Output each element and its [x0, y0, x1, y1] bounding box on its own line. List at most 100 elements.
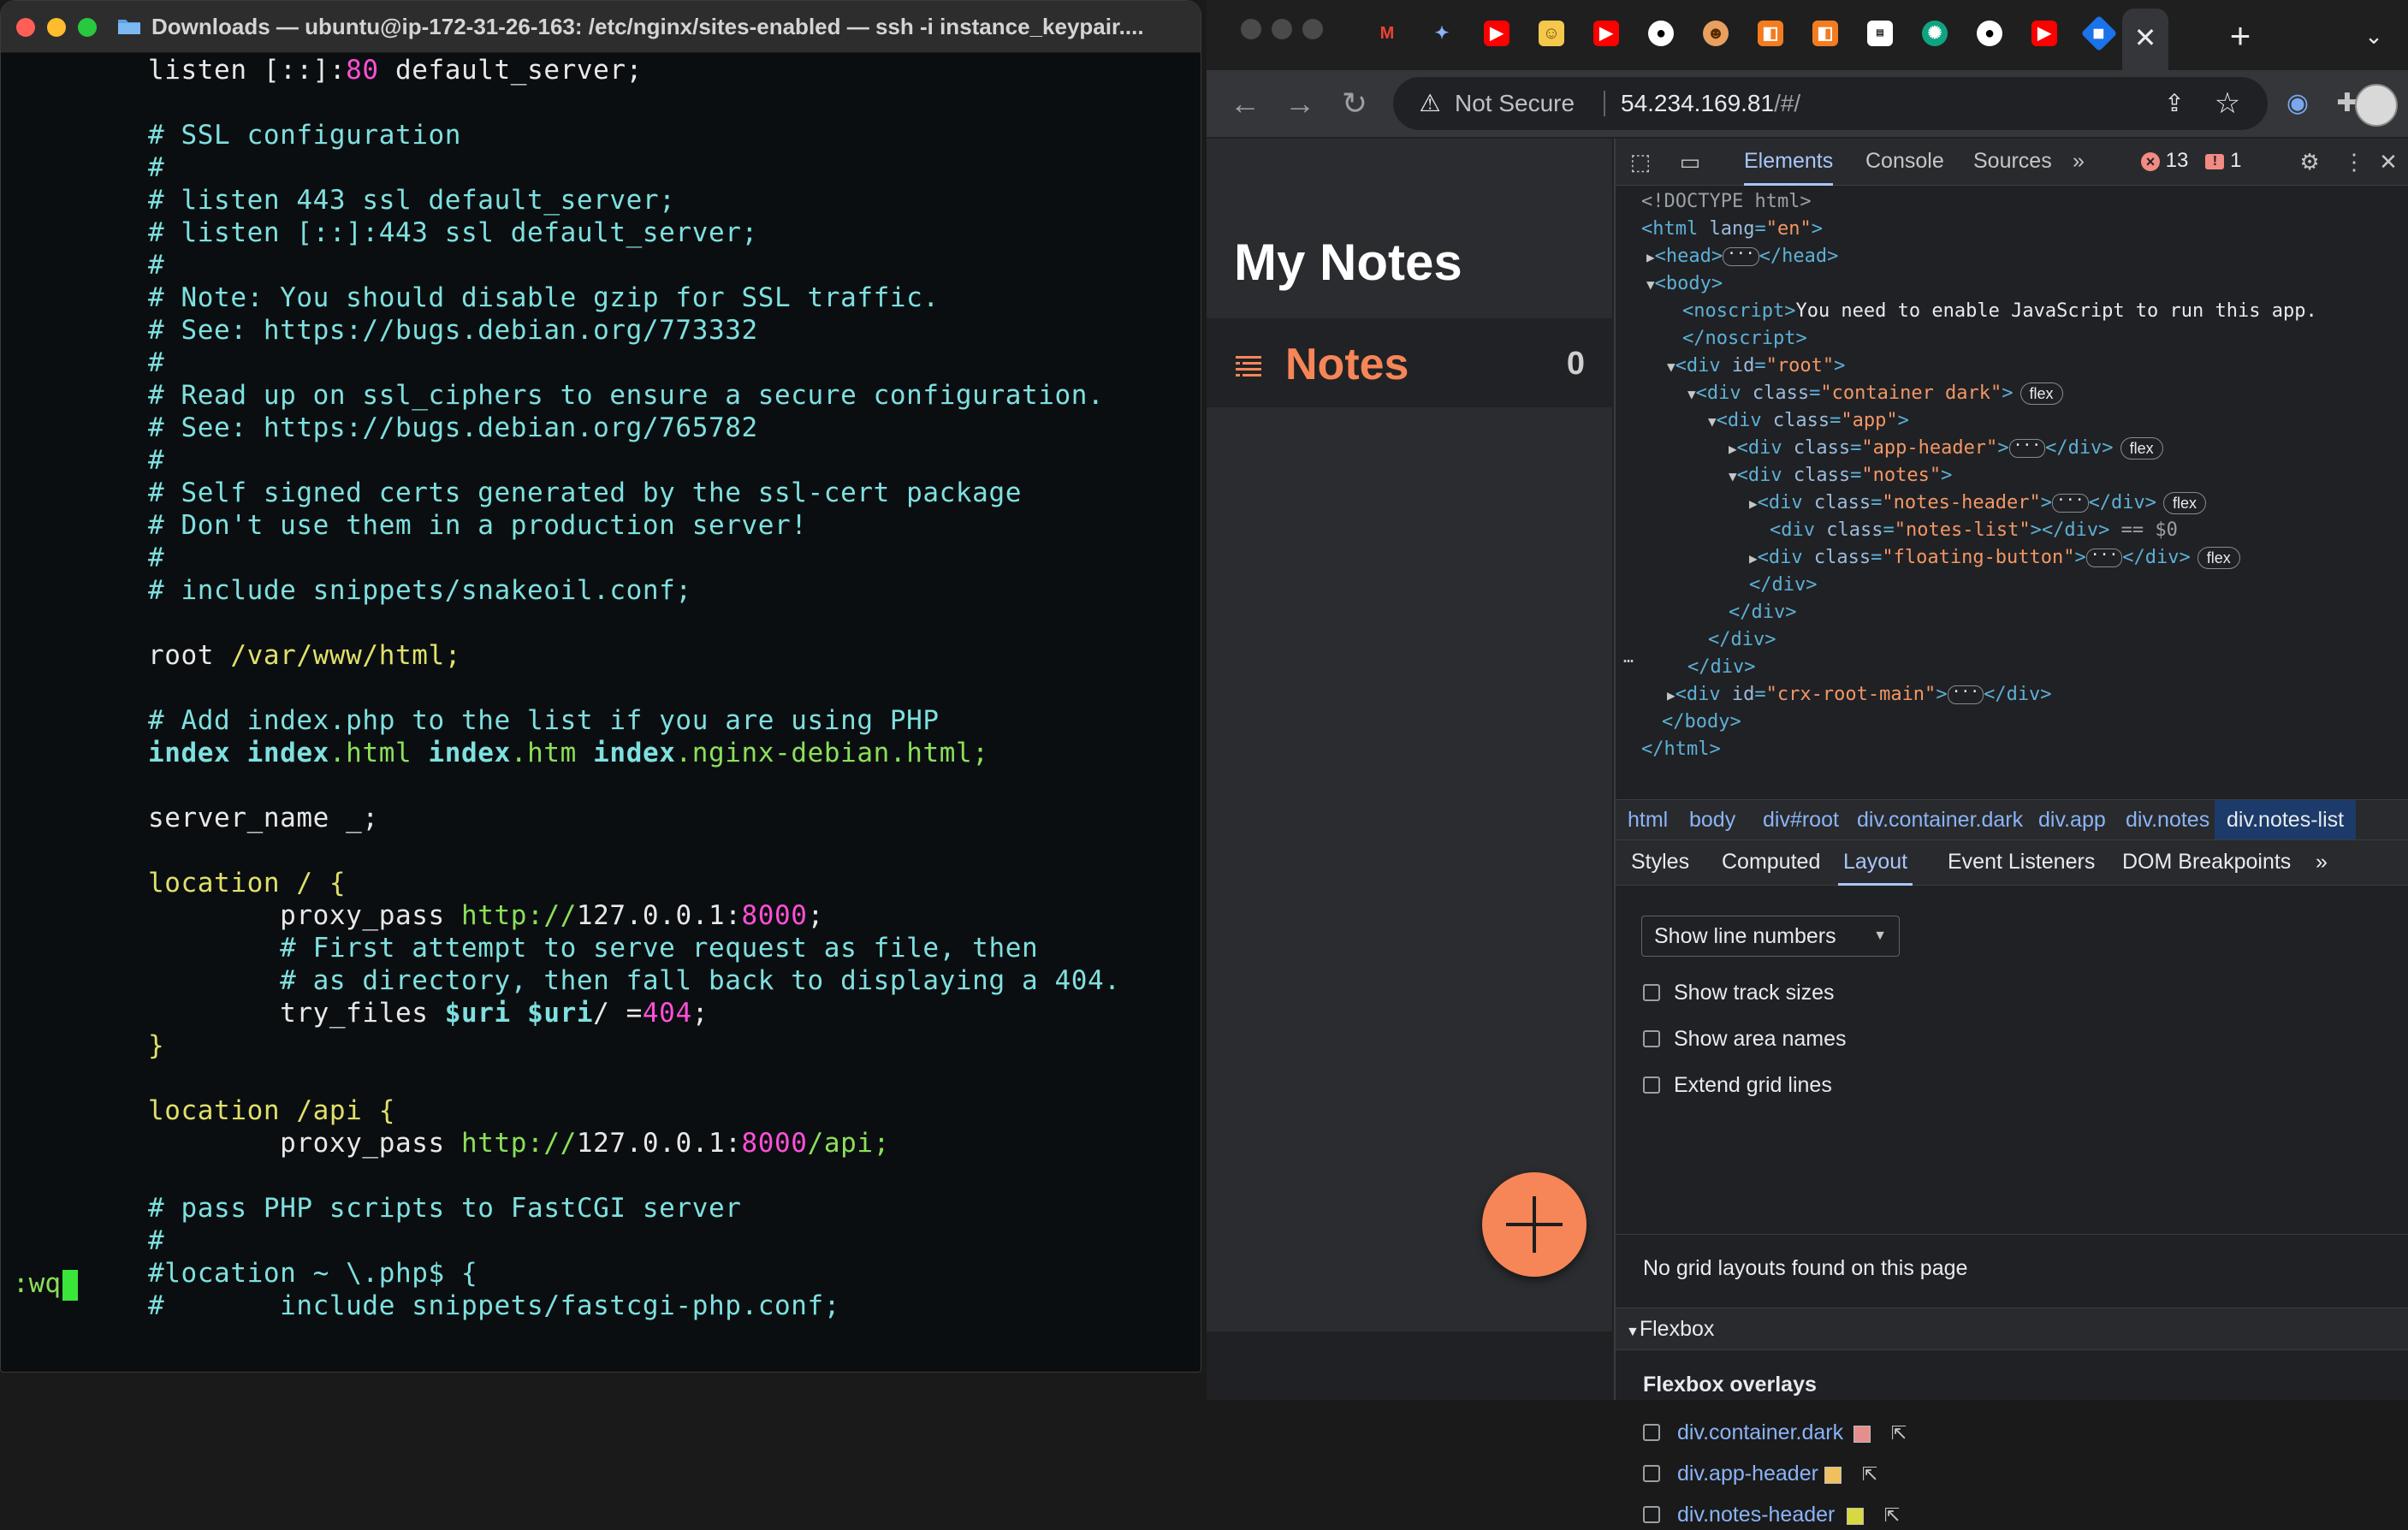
tab-elements[interactable]: Elements [1744, 139, 1834, 186]
error-counter[interactable]: × 13 ! 1 [2141, 139, 2241, 183]
tab-favicon-icon[interactable]: ▤ [1867, 21, 1893, 46]
share-icon[interactable]: ⇪ [2160, 89, 2189, 118]
terminal-titlebar[interactable]: Downloads — ubuntu@ip-172-31-26-163: /et… [1, 1, 1201, 53]
browser-window[interactable]: M ✦ ▶ ☺ ▶ ● ☻ ◧ ◧ ▤ ✺ ● ▶ ◆ ✕ + ⌄ ← → ↻ … [1207, 0, 2408, 1527]
youtube-icon[interactable]: ▶ [1484, 21, 1509, 46]
checkbox[interactable] [1643, 1424, 1660, 1441]
overlay-label[interactable]: div.app-header [1677, 1458, 1818, 1489]
dom-node[interactable]: ▼<div class="app"> [1708, 407, 1909, 435]
flex-badge[interactable]: flex [2197, 547, 2240, 569]
grid-overlay-select[interactable]: Show line numbers ▼ [1641, 916, 1900, 957]
tab-dom-breakpoints[interactable]: DOM Breakpoints [2122, 840, 2291, 883]
forward-button[interactable]: → [1280, 84, 1320, 123]
gear-icon[interactable]: ⚙ [2295, 147, 2324, 176]
breadcrumb-item[interactable]: div.app [2038, 800, 2106, 839]
more-options-icon[interactable]: … [1616, 643, 1641, 669]
close-icon[interactable]: ✕ [2374, 147, 2403, 176]
more-tabs-icon[interactable]: » [2316, 840, 2328, 883]
dom-node[interactable]: </div> [1687, 654, 1755, 681]
dom-node[interactable]: ▼<div class="notes"> [1729, 462, 1952, 489]
dom-node[interactable]: ▶<div class="floating-button"> ··· </div> f… [1749, 544, 2240, 572]
inspect-element-icon[interactable]: ⬚ [1626, 147, 1655, 176]
dom-node[interactable]: ▼<div id="root"> [1667, 353, 1845, 380]
reveal-element-icon[interactable]: ⇱ [1881, 1504, 1903, 1527]
url-text[interactable]: 54.234.169.81/#/ [1621, 89, 1800, 118]
youtube-icon[interactable]: ▶ [2031, 21, 2057, 46]
zoom-window-button[interactable] [78, 18, 97, 37]
reveal-element-icon[interactable]: ⇱ [1859, 1463, 1881, 1486]
dom-node[interactable]: <html lang="en"> [1641, 216, 1823, 243]
tab-event-listeners[interactable]: Event Listeners [1948, 840, 2095, 883]
close-window-button[interactable] [1241, 19, 1261, 39]
back-button[interactable]: ← [1225, 84, 1265, 123]
new-tab-button[interactable]: + [2220, 15, 2261, 56]
minimize-window-button[interactable] [47, 18, 66, 37]
color-swatch[interactable] [1853, 1426, 1871, 1443]
breadcrumb-item[interactable]: html [1628, 800, 1668, 839]
tab-styles[interactable]: Styles [1631, 840, 1689, 883]
checkbox[interactable] [1643, 1465, 1660, 1482]
chevron-down-icon[interactable]: ⌄ [2353, 15, 2394, 56]
dom-node[interactable]: ▼<body> [1646, 270, 1723, 298]
tab-computed[interactable]: Computed [1722, 840, 1820, 883]
extension-icon[interactable]: ◉ [2280, 86, 2316, 122]
dom-node[interactable]: ▶<head> ··· </head> [1646, 243, 1838, 270]
overlay-row-notes-header[interactable]: div.notes-header ⇱ [1643, 1499, 1925, 1530]
dom-node[interactable]: ▶<div class="notes-header"> ··· </div> flex [1749, 489, 2207, 517]
address-bar[interactable]: ⚠ Not Secure 54.234.169.81/#/ ⇪ ☆ [1393, 77, 2268, 130]
more-options-icon[interactable]: ⋮ [2340, 147, 2369, 176]
breadcrumb-item[interactable]: div.container.dark [1857, 800, 2023, 839]
flex-badge[interactable]: flex [2020, 382, 2063, 405]
flex-badge[interactable]: flex [2163, 492, 2207, 514]
chatgpt-icon[interactable]: ✺ [1922, 21, 1948, 46]
tab-console[interactable]: Console [1865, 139, 1944, 183]
flexbox-section-header[interactable]: ▼Flexbox [1616, 1308, 2408, 1350]
tab-strip[interactable]: M ✦ ▶ ☺ ▶ ● ☻ ◧ ◧ ▤ ✺ ● ▶ ◆ ✕ + ⌄ [1207, 0, 2408, 70]
dom-node[interactable]: </div> [1749, 572, 1817, 599]
overlay-row-container-dark[interactable]: div.container.dark ⇱ [1643, 1417, 1925, 1448]
tab-favicon-icon[interactable]: ☺ [1539, 21, 1564, 46]
dom-node[interactable]: </body> [1662, 709, 1741, 736]
more-tabs-icon[interactable]: » [2073, 139, 2085, 183]
minimize-window-button[interactable] [1272, 19, 1292, 39]
tab-layout[interactable]: Layout [1838, 840, 1913, 886]
dom-node[interactable]: ▼<div class="container dark"> flex [1687, 380, 2063, 407]
gmail-icon[interactable]: M [1374, 21, 1400, 46]
warning-icon[interactable]: ⚠ [1415, 89, 1444, 118]
breadcrumb-item[interactable]: body [1689, 800, 1735, 839]
checkbox[interactable] [1643, 984, 1660, 1001]
add-note-button[interactable] [1482, 1172, 1587, 1277]
tab-sources[interactable]: Sources [1973, 139, 2052, 183]
overlay-row-app-header[interactable]: div.app-header ⇱ [1643, 1458, 1925, 1489]
overlay-label[interactable]: div.notes-header [1677, 1499, 1835, 1530]
zoom-window-button[interactable] [1302, 19, 1323, 39]
dom-node[interactable]: </html> [1641, 736, 1721, 763]
avatar[interactable] [2355, 84, 2398, 127]
breadcrumb-item[interactable]: div.notes [2126, 800, 2209, 839]
devtools-panel[interactable]: ⬚ ▭ Elements Console Sources » × 13 ! 1 … [1614, 139, 2408, 1527]
terminal-window[interactable]: Downloads — ubuntu@ip-172-31-26-163: /et… [0, 0, 1201, 1373]
checkbox[interactable] [1643, 1506, 1660, 1523]
sparkle-icon[interactable]: ✦ [1429, 21, 1455, 46]
github-icon[interactable]: ● [1648, 21, 1674, 46]
dom-node-selected[interactable]: <div class="notes-list"></div> == $0 [1770, 517, 2178, 544]
overlay-label[interactable]: div.container.dark [1677, 1417, 1843, 1448]
dom-node[interactable]: </div> [1729, 599, 1796, 626]
vim-command-line[interactable]: :wq [13, 1267, 78, 1301]
youtube-icon[interactable]: ▶ [1593, 21, 1619, 46]
dom-node[interactable]: </noscript> [1682, 325, 1807, 353]
breadcrumb-item[interactable]: div#root [1763, 800, 1839, 839]
tab-favicon-icon[interactable]: ◆ [2080, 15, 2118, 52]
not-secure-label[interactable]: Not Secure [1455, 89, 1575, 118]
dom-tree[interactable]: … <!DOCTYPE html> <html lang="en"> ▶<hea… [1616, 187, 2408, 845]
bookmark-star-icon[interactable]: ☆ [2211, 87, 2244, 120]
dom-node[interactable]: ▶<div id="crx-root-main"> ··· </div> [1667, 681, 2052, 709]
color-swatch[interactable] [1847, 1508, 1864, 1525]
device-toolbar-icon[interactable]: ▭ [1676, 147, 1705, 176]
checkbox[interactable] [1643, 1076, 1660, 1094]
close-tab-icon[interactable]: ✕ [2125, 17, 2166, 58]
reload-button[interactable]: ↻ [1335, 84, 1374, 123]
color-swatch[interactable] [1824, 1467, 1842, 1484]
checkbox[interactable] [1643, 1030, 1660, 1047]
dom-node[interactable]: <noscript>You need to enable JavaScript … [1682, 298, 2317, 325]
